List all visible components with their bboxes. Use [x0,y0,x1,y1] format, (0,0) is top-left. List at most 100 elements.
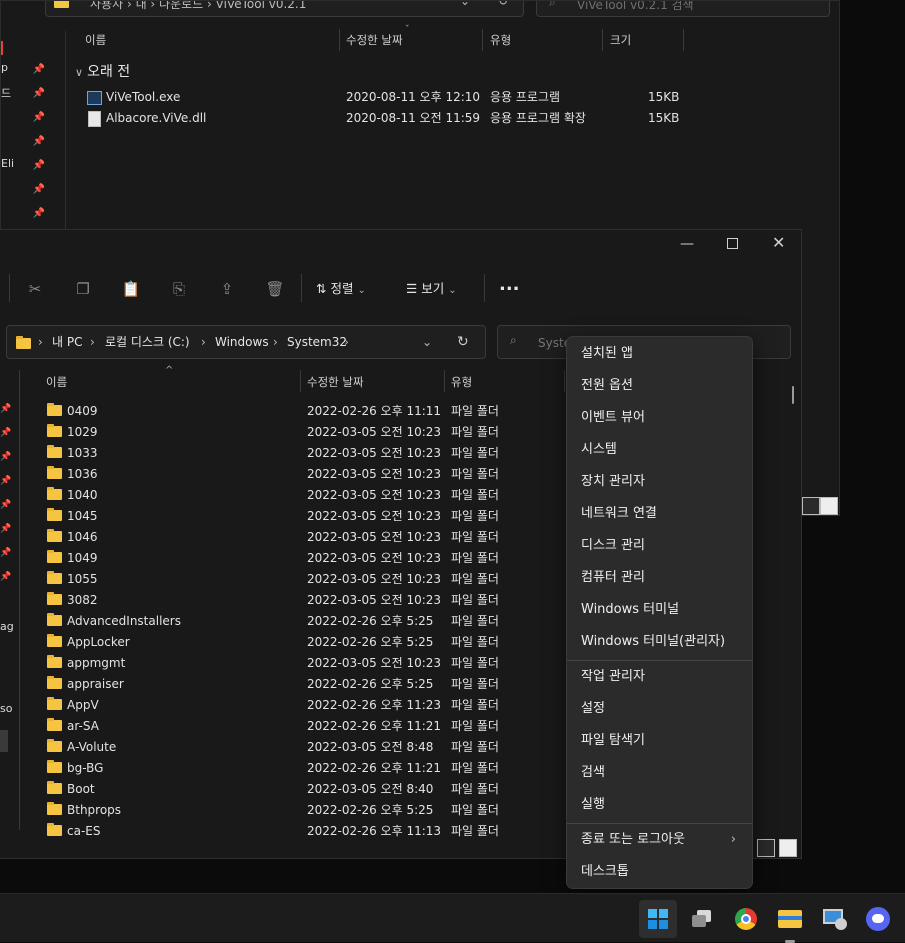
table-row[interactable]: 1040 2022-03-05 오전 10:23 파일 폴더 [0,485,560,506]
column-divider[interactable] [683,29,684,51]
table-row[interactable]: AppV 2022-02-26 오후 11:23 파일 폴더 [0,695,560,716]
table-row[interactable]: A-Volute 2022-03-05 오전 8:48 파일 폴더 [0,737,560,758]
chevron-down-icon[interactable]: ⌄ [460,1,470,8]
menu-item[interactable]: 종료 또는 로그아웃 › [567,825,752,855]
menu-item[interactable]: 이벤트 뷰어 [567,403,752,433]
menu-item[interactable]: 작업 관리자 [567,662,752,692]
table-row[interactable]: 1055 2022-03-05 오전 10:23 파일 폴더 [0,569,560,590]
nav-item[interactable]: Eli 📌 [1,157,51,177]
column-divider[interactable] [339,29,340,51]
column-divider[interactable] [482,29,483,51]
refresh-icon[interactable]: ↻ [498,1,508,8]
chevron-down-icon[interactable]: ⌄ [422,326,432,358]
tiles-view-icon[interactable] [779,839,797,857]
sort-button[interactable]: ⇅ 정렬 ⌄ [316,278,366,300]
menu-item[interactable]: 디스크 관리 [567,531,752,561]
dll-icon [88,111,101,127]
breadcrumb-item[interactable]: 로컬 디스크 (C:) [105,326,190,358]
minimize-icon[interactable]: — [680,236,694,252]
row-date: 2022-03-05 오전 10:23 [307,446,442,460]
breadcrumb-item[interactable]: Windows [215,326,269,358]
copy-icon[interactable]: ❐ [72,278,94,300]
column-divider[interactable] [564,370,565,392]
table-row[interactable]: 1036 2022-03-05 오전 10:23 파일 폴더 [0,464,560,485]
column-name[interactable]: 이름 [85,29,106,51]
file-row[interactable]: ViVeTool.exe 2020-08-11 오후 12:10 응용 프로그램… [87,87,707,108]
menu-item[interactable]: Windows 터미널 [567,595,752,625]
menu-item[interactable]: 데스크톱 [567,857,752,887]
menu-item[interactable]: 설정 [567,694,752,724]
start-button[interactable] [639,900,677,938]
table-row[interactable]: bg-BG 2022-02-26 오후 11:21 파일 폴더 [0,758,560,779]
nav-item[interactable]: p 📌 [1,61,51,81]
menu-item[interactable]: 네트워크 연결 [567,499,752,529]
menu-item[interactable]: 장치 관리자 [567,467,752,497]
back-address-bar[interactable]: 사용자 › 내 › 다운로드 › ViVeTool v0.2.1 ⌄ ↻ [45,1,524,17]
table-row[interactable]: AdvancedInstallers 2022-02-26 오후 5:25 파일 폴… [0,611,560,632]
table-row[interactable]: 1049 2022-03-05 오전 10:23 파일 폴더 [0,548,560,569]
nav-item[interactable]: 드 📌 [1,85,51,105]
table-row[interactable]: 1033 2022-03-05 오전 10:23 파일 폴더 [0,443,560,464]
table-row[interactable]: 1029 2022-03-05 오전 10:23 파일 폴더 [0,422,560,443]
discord-button[interactable] [859,900,897,938]
menu-item[interactable]: 전원 옵션 [567,371,752,401]
maximize-icon[interactable] [727,238,738,249]
breadcrumb-item[interactable]: 내 PC [52,326,82,358]
back-search-box[interactable]: ⌕ ViVeTool v0.2.1 검색 [536,1,830,17]
menu-item[interactable]: Windows 터미널(관리자) [567,627,752,657]
rename-icon[interactable]: ⎘ [168,278,190,300]
delete-icon[interactable]: 🗑 [264,278,286,300]
file-name: ViVeTool.exe [106,90,181,104]
nav-item[interactable]: 📌 [1,109,51,129]
folder-icon [16,336,37,351]
table-row[interactable]: appmgmt 2022-03-05 오전 10:23 파일 폴더 [0,653,560,674]
chrome-button[interactable] [727,900,765,938]
close-icon[interactable]: ✕ [772,233,785,252]
nav-item[interactable]: 📌 [1,205,51,225]
menu-item[interactable]: 설치된 앱 [567,339,752,369]
details-view-icon[interactable] [757,839,775,857]
column-type[interactable]: 유형 [490,29,511,51]
table-row[interactable]: Boot 2022-03-05 오전 8:40 파일 폴더 [0,779,560,800]
share-icon[interactable]: ⇪ [216,278,238,300]
remote-desktop-button[interactable] [815,900,853,938]
details-view-icon[interactable] [802,497,820,515]
menu-item[interactable]: 검색 [567,758,752,788]
menu-item[interactable]: 실행 [567,790,752,820]
column-size[interactable]: 크기 [610,29,631,51]
cut-icon[interactable]: ✂ [24,278,46,300]
nav-item[interactable]: 📌 [1,133,51,153]
task-view-button[interactable] [684,900,722,938]
column-date[interactable]: 수정한 날짜 [307,371,364,393]
group-header[interactable]: ∨ 오래 전 [75,61,130,81]
table-row[interactable]: Bthprops 2022-02-26 오후 5:25 파일 폴더 [0,800,560,821]
scrollbar-thumb[interactable] [792,386,794,404]
table-row[interactable]: appraiser 2022-02-26 오후 5:25 파일 폴더 [0,674,560,695]
tiles-view-icon[interactable] [820,497,838,515]
more-options-button[interactable]: ... [499,274,520,295]
table-row[interactable]: AppLocker 2022-02-26 오후 5:25 파일 폴더 [0,632,560,653]
taskbar [0,893,905,943]
paste-icon[interactable]: 📋 [120,278,142,300]
breadcrumb-item[interactable]: System32 [287,326,347,358]
column-divider[interactable] [602,29,603,51]
table-row[interactable]: ca-ES 2022-02-26 오후 11:13 파일 폴더 [0,821,560,842]
table-row[interactable]: 1046 2022-03-05 오전 10:23 파일 폴더 [0,527,560,548]
table-row[interactable]: ar-SA 2022-02-26 오후 11:21 파일 폴더 [0,716,560,737]
view-button[interactable]: ☰ 보기 ⌄ [406,278,457,300]
menu-item[interactable]: 시스템 [567,435,752,465]
menu-item[interactable]: 파일 탐색기 [567,726,752,756]
column-type[interactable]: 유형 [451,371,472,393]
column-date[interactable]: 수정한 날짜 [346,29,403,51]
refresh-icon[interactable]: ↻ [457,326,469,358]
file-explorer-button[interactable] [771,900,809,943]
table-row[interactable]: 0409 2022-02-26 오후 11:11 파일 폴더 [0,401,560,422]
menu-item[interactable]: 컴퓨터 관리 [567,563,752,593]
column-divider[interactable] [300,370,301,392]
column-name[interactable]: 이름 [46,371,67,393]
nav-item[interactable]: 📌 [1,181,51,201]
file-row[interactable]: Albacore.ViVe.dll 2020-08-11 오전 11:59 응용… [87,108,707,129]
column-divider[interactable] [444,370,445,392]
table-row[interactable]: 3082 2022-03-05 오전 10:23 파일 폴더 [0,590,560,611]
table-row[interactable]: 1045 2022-03-05 오전 10:23 파일 폴더 [0,506,560,527]
